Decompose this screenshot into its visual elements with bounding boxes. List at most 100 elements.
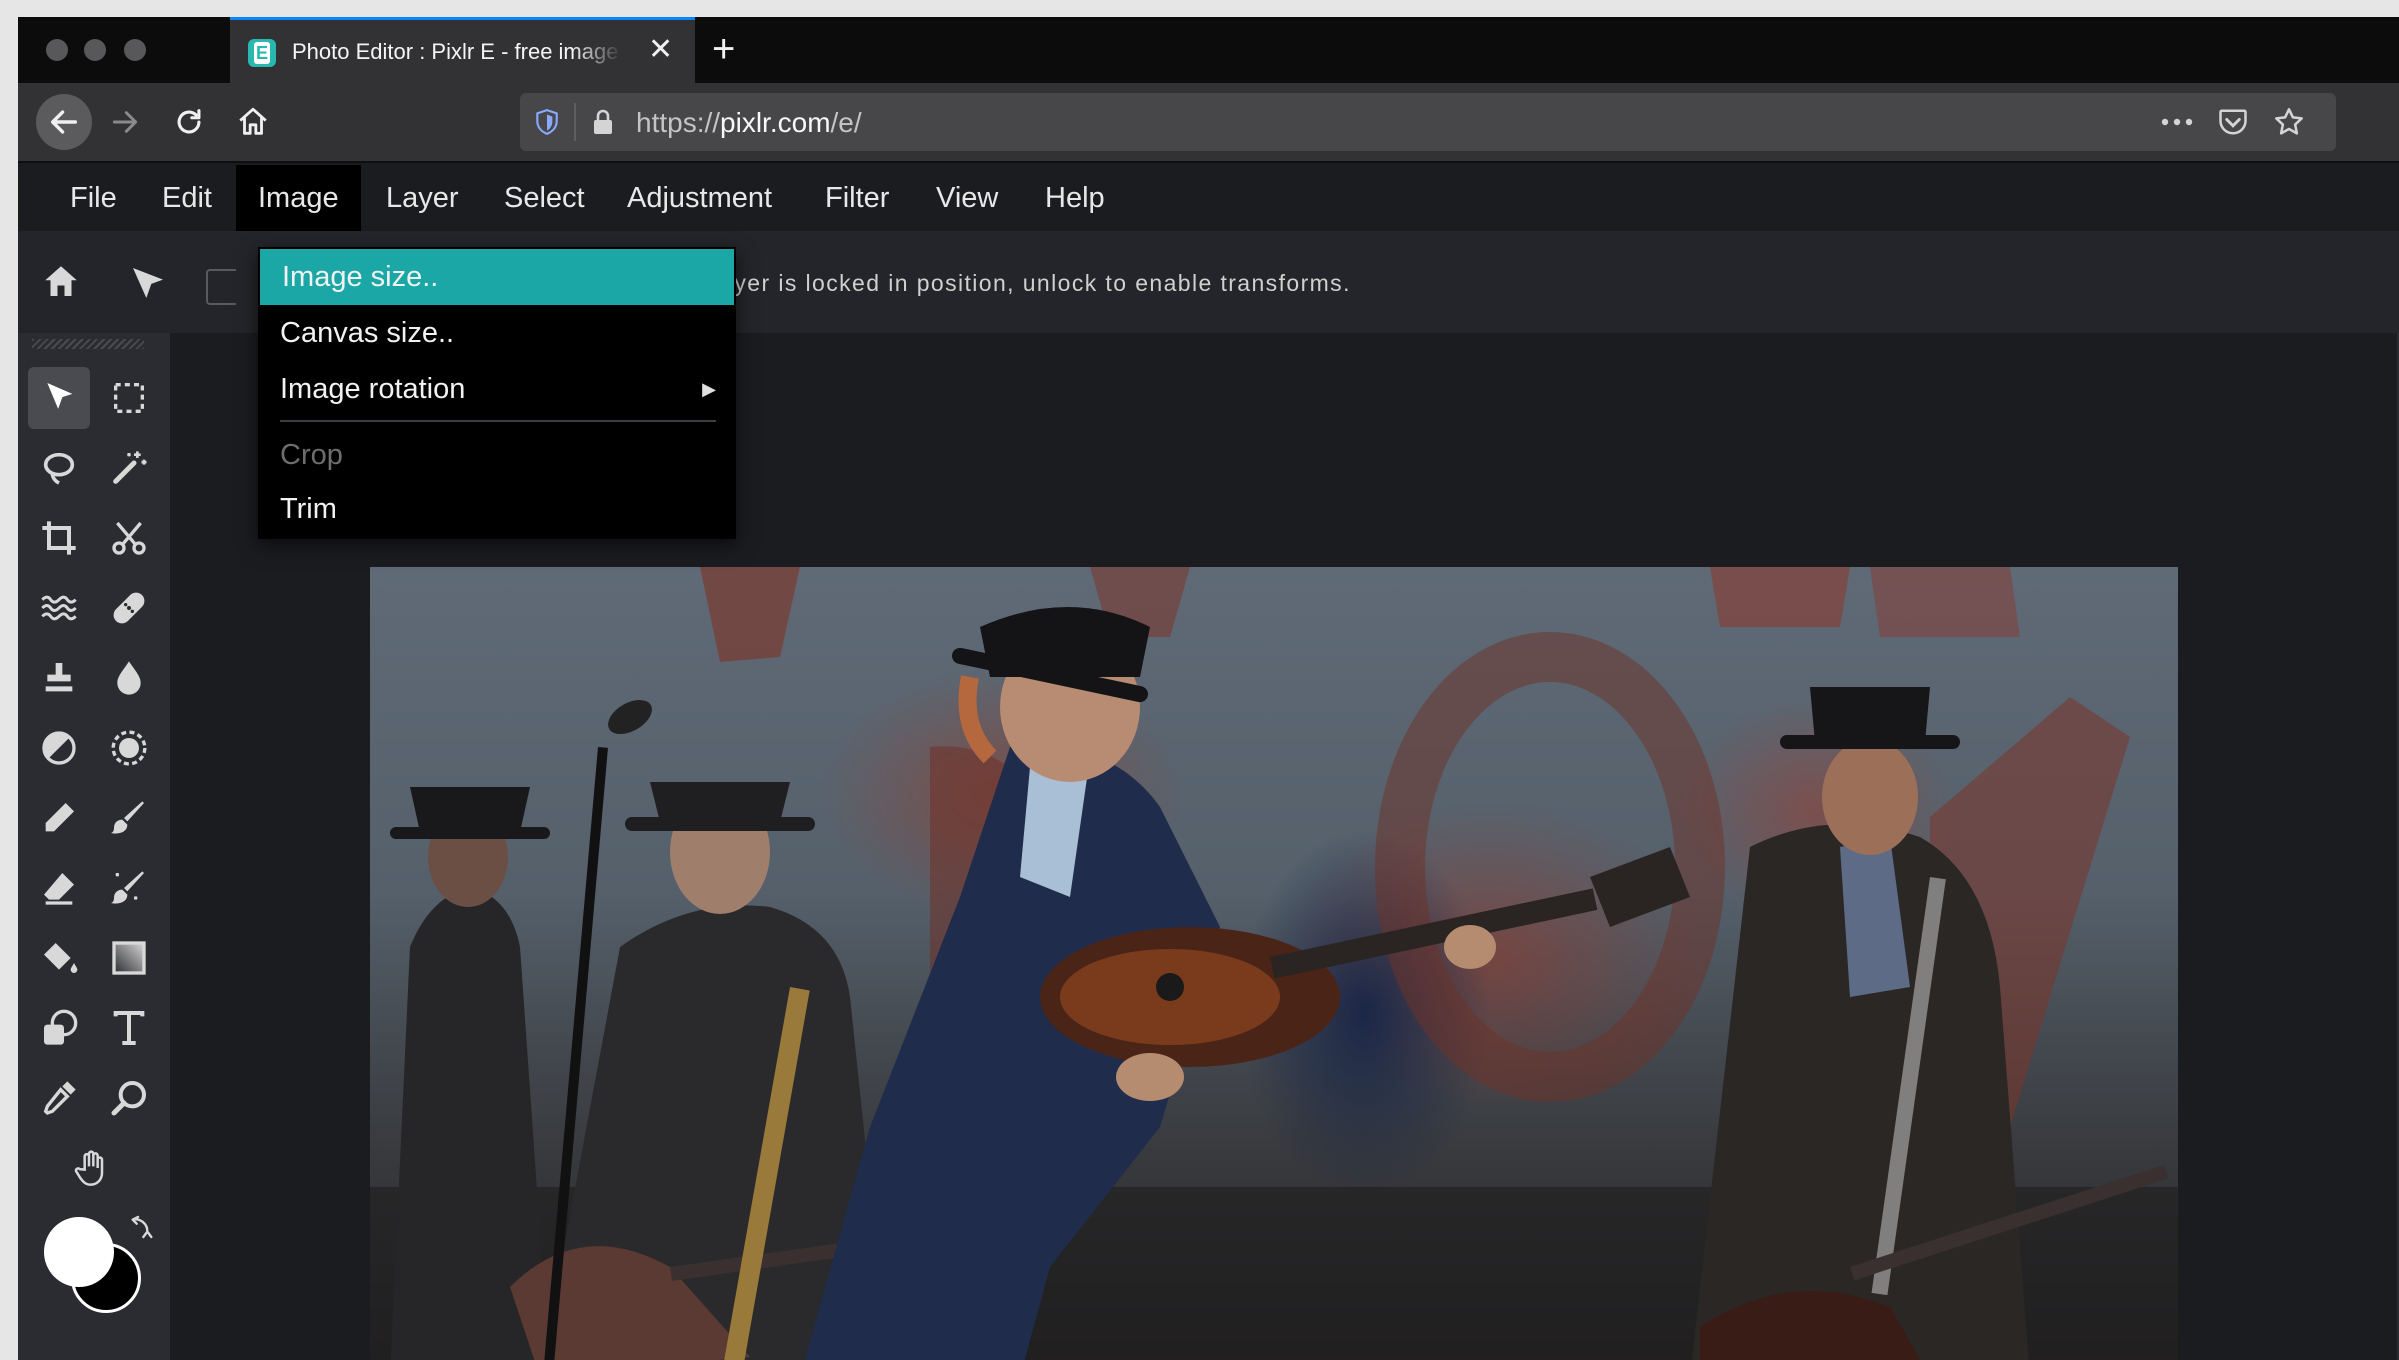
hand-tool[interactable] (62, 1137, 124, 1199)
browser-tab[interactable]: Photo Editor : Pixlr E - free image edit… (230, 17, 695, 83)
sponge-tool-icon (111, 730, 147, 766)
url-bar-divider (574, 103, 576, 141)
layer-locked-message: Layer is locked in position, unlock to e… (706, 270, 1351, 296)
eyedropper-tool-icon (43, 1081, 76, 1115)
menu-layer[interactable]: Layer (364, 165, 481, 231)
pencil-tool[interactable] (28, 787, 90, 849)
reload-icon (177, 109, 201, 134)
menu-separator (280, 420, 716, 422)
wand-tool[interactable] (98, 437, 160, 499)
canvas-photo[interactable] (370, 567, 2178, 1360)
liquify-tool-icon (41, 595, 77, 621)
bookmark-star-icon[interactable] (2272, 105, 2306, 139)
eraser-tool-icon (44, 873, 74, 905)
arrange-tool[interactable] (28, 367, 90, 429)
menu-image[interactable]: Image (236, 165, 361, 231)
sponge-tool[interactable] (98, 717, 160, 779)
text-tool-icon (113, 1011, 145, 1045)
tab-close-icon[interactable]: ✕ (648, 34, 673, 66)
image-size-menu-item[interactable]: Image size.. (260, 249, 734, 305)
dodge-burn-tool[interactable] (28, 717, 90, 779)
foreground-color-swatch[interactable] (44, 1217, 114, 1287)
brush-tool[interactable] (98, 787, 160, 849)
lasso-tool-icon (43, 452, 75, 485)
page-actions-icon[interactable] (2160, 105, 2194, 139)
concert-photo-illustration (370, 567, 2178, 1360)
forward-arrow-icon (112, 111, 138, 133)
url-path: /e/ (830, 107, 862, 138)
dodge-burn-tool-icon (42, 731, 76, 765)
hand-tool-icon (74, 1150, 104, 1186)
shape-tool-icon (44, 1009, 78, 1045)
gradient-tool[interactable] (98, 927, 160, 989)
clone-stamp-tool-icon (45, 663, 73, 692)
pixlr-favicon-icon (248, 39, 276, 67)
cutout-tool-icon (112, 521, 146, 555)
blur-tool[interactable] (98, 647, 160, 709)
minimize-window-button[interactable] (84, 39, 106, 61)
pencil-tool-icon (45, 803, 74, 832)
back-button[interactable] (36, 94, 92, 150)
url-text: https://pixlr.com/e/ (636, 107, 862, 139)
menu-select[interactable]: Select (482, 165, 607, 231)
tools-panel (18, 333, 170, 1360)
close-window-button[interactable] (46, 39, 68, 61)
title-bar: Photo Editor : Pixlr E - free image edit… (18, 17, 2399, 83)
color-replace-tool[interactable] (98, 857, 160, 919)
zoom-tool[interactable] (98, 1067, 160, 1129)
maximize-window-button[interactable] (124, 39, 146, 61)
gradient-tool-icon (112, 941, 146, 975)
crop-tool-icon (42, 521, 76, 555)
wand-tool-icon (113, 451, 147, 484)
tab-title: Photo Editor : Pixlr E - free image edit… (292, 39, 622, 64)
arrange-tool-indicator (128, 263, 168, 308)
menu-edit[interactable]: Edit (140, 165, 234, 231)
shape-tool[interactable] (28, 997, 90, 1059)
menu-filter[interactable]: Filter (803, 165, 911, 231)
marquee-tool-icon (114, 383, 144, 413)
submenu-arrow-icon: ▶ (702, 379, 716, 399)
eraser-tool[interactable] (28, 857, 90, 919)
heal-tool[interactable] (98, 577, 160, 639)
liquify-tool[interactable] (28, 577, 90, 639)
new-tab-button[interactable]: + (712, 29, 735, 69)
lasso-tool[interactable] (28, 437, 90, 499)
url-bar[interactable]: https://pixlr.com/e/ (520, 93, 2336, 151)
menu-file[interactable]: File (48, 165, 139, 231)
eyedropper-tool[interactable] (28, 1067, 90, 1129)
fill-tool[interactable] (28, 927, 90, 989)
tracking-protection-shield-icon[interactable] (530, 105, 564, 139)
fill-tool-icon (44, 943, 78, 973)
panel-drag-grip[interactable] (32, 339, 144, 349)
swap-colors-icon[interactable] (122, 1213, 154, 1250)
clone-stamp-tool[interactable] (28, 647, 90, 709)
url-domain: pixlr.com (720, 107, 831, 138)
image-rotation-menu-item[interactable]: Image rotation ▶ (258, 361, 736, 417)
menu-view[interactable]: View (914, 165, 1020, 231)
navigation-bar: https://pixlr.com/e/ (18, 83, 2399, 163)
blur-tool-icon (117, 661, 141, 695)
lock-icon[interactable] (586, 105, 620, 139)
home-button[interactable] (230, 99, 276, 145)
menu-help[interactable]: Help (1023, 165, 1127, 231)
url-scheme: https:// (636, 107, 721, 138)
cutout-tool[interactable] (98, 507, 160, 569)
zoom-tool-icon (111, 1081, 146, 1116)
forward-button[interactable] (102, 99, 148, 145)
marquee-tool[interactable] (98, 367, 160, 429)
text-tool[interactable] (98, 997, 160, 1059)
trim-menu-item[interactable]: Trim (258, 481, 736, 537)
crop-tool[interactable] (28, 507, 90, 569)
heal-tool-icon (113, 592, 145, 624)
reload-button[interactable] (166, 99, 212, 145)
auto-select-checkbox[interactable] (206, 269, 236, 305)
canvas-size-menu-item[interactable]: Canvas size.. (258, 305, 736, 361)
pocket-icon[interactable] (2216, 105, 2250, 139)
app-home-button[interactable] (40, 261, 82, 308)
browser-window: Photo Editor : Pixlr E - free image edit… (18, 17, 2399, 1360)
crop-menu-item: Crop (280, 439, 343, 471)
image-rotation-label: Image rotation (280, 373, 466, 405)
arrow-pointer-icon (133, 268, 163, 298)
menu-adjustment[interactable]: Adjustment (605, 165, 794, 231)
home-icon (239, 107, 267, 135)
